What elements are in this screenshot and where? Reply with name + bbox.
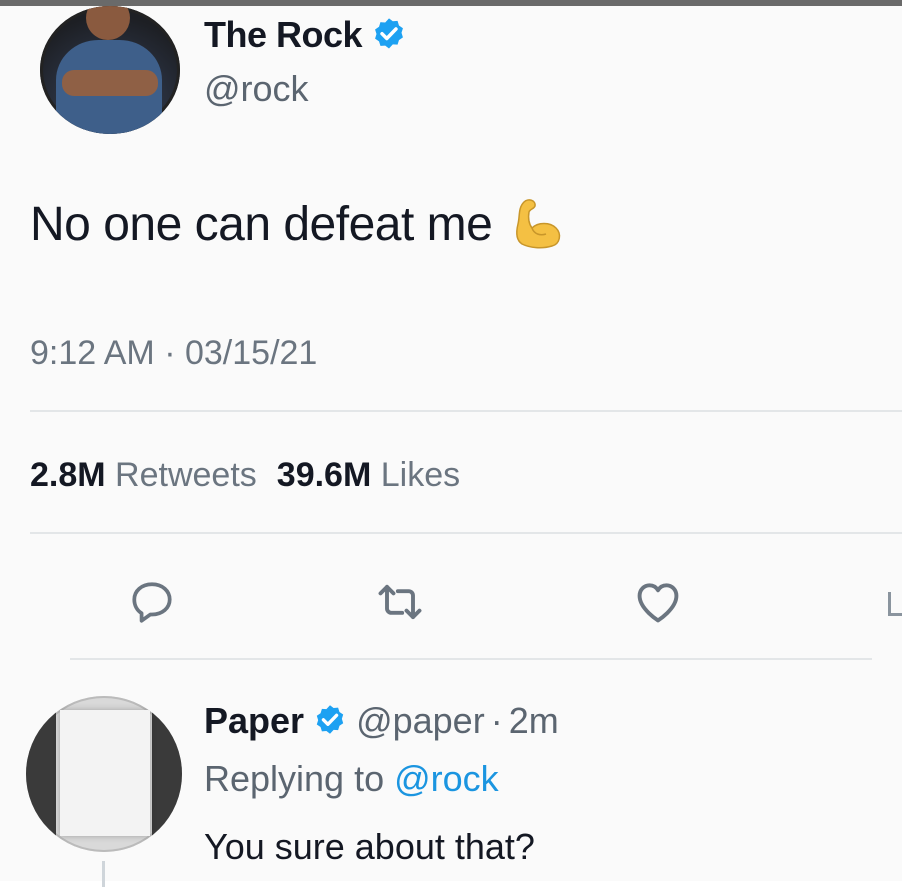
tweet-stats: 2.8M Retweets 39.6M Likes bbox=[30, 456, 460, 495]
verified-badge-icon bbox=[375, 18, 403, 49]
likes-label: Likes bbox=[380, 456, 461, 494]
reply-icon bbox=[132, 582, 172, 623]
flexed-biceps-icon bbox=[516, 199, 561, 249]
like-icon bbox=[637, 583, 679, 623]
author-display-name[interactable]: The Rock bbox=[204, 14, 408, 56]
author-handle[interactable]: @rock bbox=[204, 68, 309, 110]
tweet-date: 03/15/21 bbox=[184, 334, 318, 372]
reply-author-handle[interactable]: @paper bbox=[356, 700, 485, 742]
reply-author-name[interactable]: Paper bbox=[204, 700, 304, 742]
reply-separator: · bbox=[490, 700, 503, 741]
divider bbox=[30, 532, 902, 534]
retweets-stat[interactable]: 2.8M Retweets bbox=[30, 456, 257, 494]
tweet-text-content: No one can defeat me bbox=[30, 197, 493, 251]
likes-count: 39.6M bbox=[276, 456, 372, 494]
thread-line bbox=[102, 861, 105, 887]
reply-author-avatar[interactable] bbox=[26, 696, 182, 852]
replying-to-line: Replying to @rock bbox=[204, 758, 499, 800]
replying-to-mention[interactable]: @rock bbox=[394, 758, 499, 799]
tweet-time: 9:12 AM bbox=[30, 334, 155, 372]
tweet-timestamp[interactable]: 9:12 AM · 03/15/21 bbox=[30, 334, 317, 373]
reply-button[interactable] bbox=[124, 574, 180, 630]
divider bbox=[30, 410, 902, 412]
retweet-button[interactable] bbox=[372, 574, 428, 630]
retweets-label: Retweets bbox=[115, 456, 257, 494]
verified-badge-icon bbox=[316, 705, 344, 734]
tweet-text: No one can defeat me bbox=[30, 194, 570, 254]
author-avatar[interactable] bbox=[40, 6, 180, 134]
tweet-detail-page: The Rock @rock No one can defeat me 9:12… bbox=[0, 6, 902, 887]
reply-age[interactable]: 2m bbox=[509, 700, 559, 742]
reply-text: You sure about that? bbox=[204, 826, 535, 867]
reply-header: Paper @paper · 2m bbox=[204, 700, 559, 742]
replying-prefix: Replying to bbox=[204, 758, 385, 799]
divider bbox=[70, 658, 872, 660]
retweets-count: 2.8M bbox=[30, 456, 106, 494]
author-name-text: The Rock bbox=[204, 14, 363, 55]
share-icon[interactable] bbox=[888, 592, 902, 616]
like-button[interactable] bbox=[630, 574, 686, 630]
likes-stat[interactable]: 39.6M Likes bbox=[277, 456, 460, 494]
timestamp-separator: · bbox=[164, 334, 176, 372]
retweet-icon bbox=[378, 584, 422, 620]
